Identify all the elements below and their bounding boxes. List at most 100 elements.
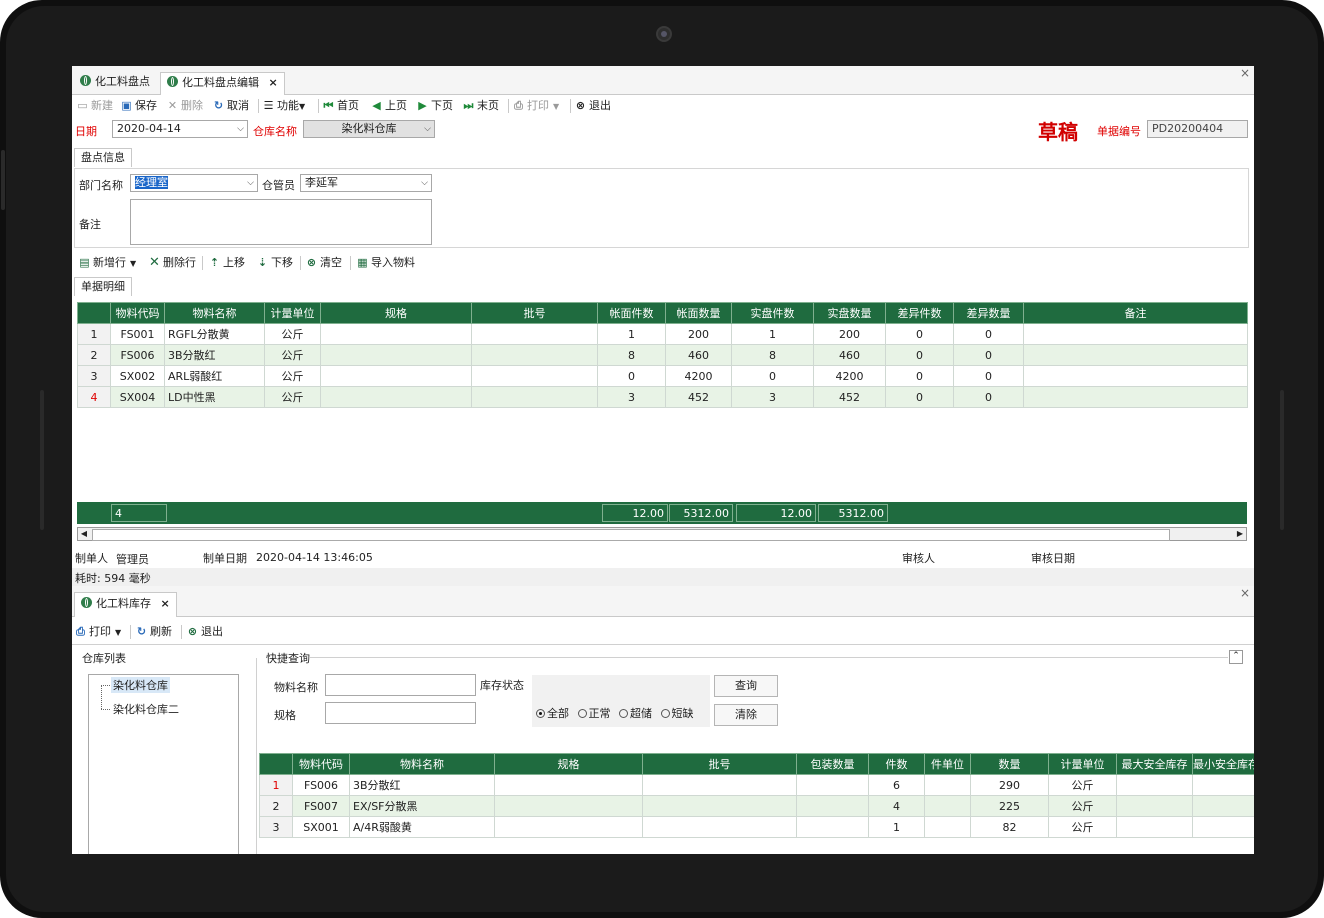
tab-inventory-count-edit[interactable]: 化工料盘点编辑 × xyxy=(160,72,285,95)
table-row[interactable]: 4 SX004 LD中性黑 公斤 3 452 3 452 0 0 xyxy=(77,386,1248,408)
row-number[interactable]: 3 xyxy=(259,816,293,838)
table-cell[interactable]: 0 xyxy=(885,323,954,345)
warehouse-tree[interactable]: 染化料仓库 染化料仓库二 xyxy=(88,674,239,854)
col-pieces[interactable]: 件数 xyxy=(868,753,925,775)
table-cell[interactable]: LD中性黑 xyxy=(164,386,265,408)
table-cell[interactable] xyxy=(471,323,598,345)
col-book-qty[interactable]: 帐面数量 xyxy=(665,302,732,324)
function-menu-button[interactable]: ☰ 功能▼ xyxy=(262,96,306,116)
table-cell[interactable]: 1 xyxy=(731,323,814,345)
table-cell[interactable] xyxy=(642,774,797,796)
table-cell[interactable] xyxy=(494,816,643,838)
delete-row-button[interactable]: ✕ 删除行 xyxy=(148,253,196,273)
exit-button[interactable]: ⊗ 退出 xyxy=(574,96,611,116)
new-button[interactable]: ▭ 新建 xyxy=(76,96,113,116)
table-cell[interactable]: 0 xyxy=(597,365,666,387)
add-row-button[interactable]: ▤ 新增行 ▼ xyxy=(78,253,136,273)
tab-count-info[interactable]: 盘点信息 xyxy=(74,148,132,167)
radio-normal[interactable]: 正常 xyxy=(577,707,611,720)
row-number[interactable]: 4 xyxy=(77,386,111,408)
row-number[interactable]: 3 xyxy=(77,365,111,387)
table-cell[interactable]: 225 xyxy=(970,795,1049,817)
cancel-button[interactable]: ↻ 取消 xyxy=(212,96,249,116)
table-cell[interactable] xyxy=(471,365,598,387)
table-cell[interactable] xyxy=(320,365,472,387)
table-cell[interactable] xyxy=(1192,795,1254,817)
table-cell[interactable]: 4200 xyxy=(665,365,732,387)
table-row[interactable]: 2 FS007 EX/SF分散黑 4 225 公斤 xyxy=(259,795,1254,817)
table-cell[interactable]: 200 xyxy=(665,323,732,345)
table-cell[interactable]: 200 xyxy=(813,323,886,345)
table-cell[interactable] xyxy=(471,386,598,408)
table-cell[interactable] xyxy=(471,344,598,366)
col-unit[interactable]: 计量单位 xyxy=(264,302,321,324)
table-cell[interactable] xyxy=(1023,365,1248,387)
col-spec[interactable]: 规格 xyxy=(494,753,643,775)
table-cell[interactable]: 0 xyxy=(953,344,1024,366)
table-cell[interactable]: 6 xyxy=(868,774,925,796)
table-cell[interactable]: 1 xyxy=(868,816,925,838)
table-cell[interactable]: 公斤 xyxy=(264,344,321,366)
table-cell[interactable]: SX001 xyxy=(292,816,350,838)
col-book-pieces[interactable]: 帐面件数 xyxy=(597,302,666,324)
table-cell[interactable]: 0 xyxy=(953,323,1024,345)
table-cell[interactable]: 0 xyxy=(731,365,814,387)
collapse-icon[interactable]: ⌃ xyxy=(1229,650,1243,664)
table-cell[interactable]: FS007 xyxy=(292,795,350,817)
prev-page-button[interactable]: ◀ 上页 xyxy=(370,96,407,116)
table-cell[interactable]: 公斤 xyxy=(1048,816,1117,838)
table-cell[interactable]: 460 xyxy=(813,344,886,366)
import-material-button[interactable]: ▦ 导入物料 xyxy=(356,253,415,273)
table-cell[interactable]: 公斤 xyxy=(1048,795,1117,817)
col-unit[interactable]: 计量单位 xyxy=(1048,753,1117,775)
table-cell[interactable]: 452 xyxy=(665,386,732,408)
table-cell[interactable]: A/4R弱酸黄 xyxy=(349,816,495,838)
table-cell[interactable]: SX002 xyxy=(110,365,165,387)
close-tab-icon[interactable]: × xyxy=(269,76,278,89)
table-cell[interactable]: 公斤 xyxy=(1048,774,1117,796)
col-actual-pieces[interactable]: 实盘件数 xyxy=(731,302,814,324)
dept-select[interactable]: 经理室 ⌵ xyxy=(130,174,258,192)
close-tab-icon[interactable]: × xyxy=(161,597,170,610)
table-cell[interactable] xyxy=(1116,795,1193,817)
table-cell[interactable]: 452 xyxy=(813,386,886,408)
table-cell[interactable] xyxy=(320,323,472,345)
col-remark[interactable]: 备注 xyxy=(1023,302,1248,324)
table-row[interactable]: 2 FS006 3B分散红 公斤 8 460 8 460 0 0 xyxy=(77,344,1248,366)
table-cell[interactable]: 8 xyxy=(597,344,666,366)
table-cell[interactable] xyxy=(494,795,643,817)
table-cell[interactable]: 1 xyxy=(597,323,666,345)
search-button[interactable]: 查询 xyxy=(714,675,778,697)
table-cell[interactable] xyxy=(1023,386,1248,408)
clear-button[interactable]: ⊗ 清空 xyxy=(305,253,342,273)
col-pack-qty[interactable]: 包装数量 xyxy=(796,753,869,775)
horizontal-scrollbar[interactable]: ◀ ▶ xyxy=(77,527,1247,541)
save-button[interactable]: ▣ 保存 xyxy=(120,96,157,116)
first-page-button[interactable]: ⏮ 首页 xyxy=(322,96,359,116)
table-row[interactable]: 3 SX002 ARL弱酸红 公斤 0 4200 0 4200 0 0 xyxy=(77,365,1248,387)
table-cell[interactable] xyxy=(924,795,971,817)
table-cell[interactable]: 290 xyxy=(970,774,1049,796)
table-cell[interactable]: 4200 xyxy=(813,365,886,387)
col-material-code[interactable]: 物料代码 xyxy=(292,753,350,775)
spec-input[interactable] xyxy=(325,702,476,724)
table-cell[interactable] xyxy=(796,816,869,838)
remark-textarea[interactable] xyxy=(130,199,432,245)
table-row[interactable]: 3 SX001 A/4R弱酸黄 1 82 公斤 xyxy=(259,816,1254,838)
print-button[interactable]: ⎙ 打印 ▼ xyxy=(512,96,559,116)
table-cell[interactable]: 0 xyxy=(953,386,1024,408)
table-cell[interactable]: 公斤 xyxy=(264,386,321,408)
col-piece-unit[interactable]: 件单位 xyxy=(924,753,971,775)
table-cell[interactable]: 3B分散红 xyxy=(349,774,495,796)
table-cell[interactable]: 3 xyxy=(731,386,814,408)
doc-no-field[interactable]: PD20200404 xyxy=(1147,120,1248,138)
table-cell[interactable]: 460 xyxy=(665,344,732,366)
table-cell[interactable]: SX004 xyxy=(110,386,165,408)
table-cell[interactable] xyxy=(1116,774,1193,796)
col-diff-qty[interactable]: 差异数量 xyxy=(953,302,1024,324)
inventory-print-button[interactable]: ⎙ 打印 ▼ xyxy=(74,622,121,642)
tree-item-warehouse-2[interactable]: 染化料仓库二 xyxy=(111,701,181,717)
next-page-button[interactable]: ▶ 下页 xyxy=(416,96,453,116)
scroll-left-icon[interactable]: ◀ xyxy=(78,528,90,540)
clear-query-button[interactable]: 清除 xyxy=(714,704,778,726)
